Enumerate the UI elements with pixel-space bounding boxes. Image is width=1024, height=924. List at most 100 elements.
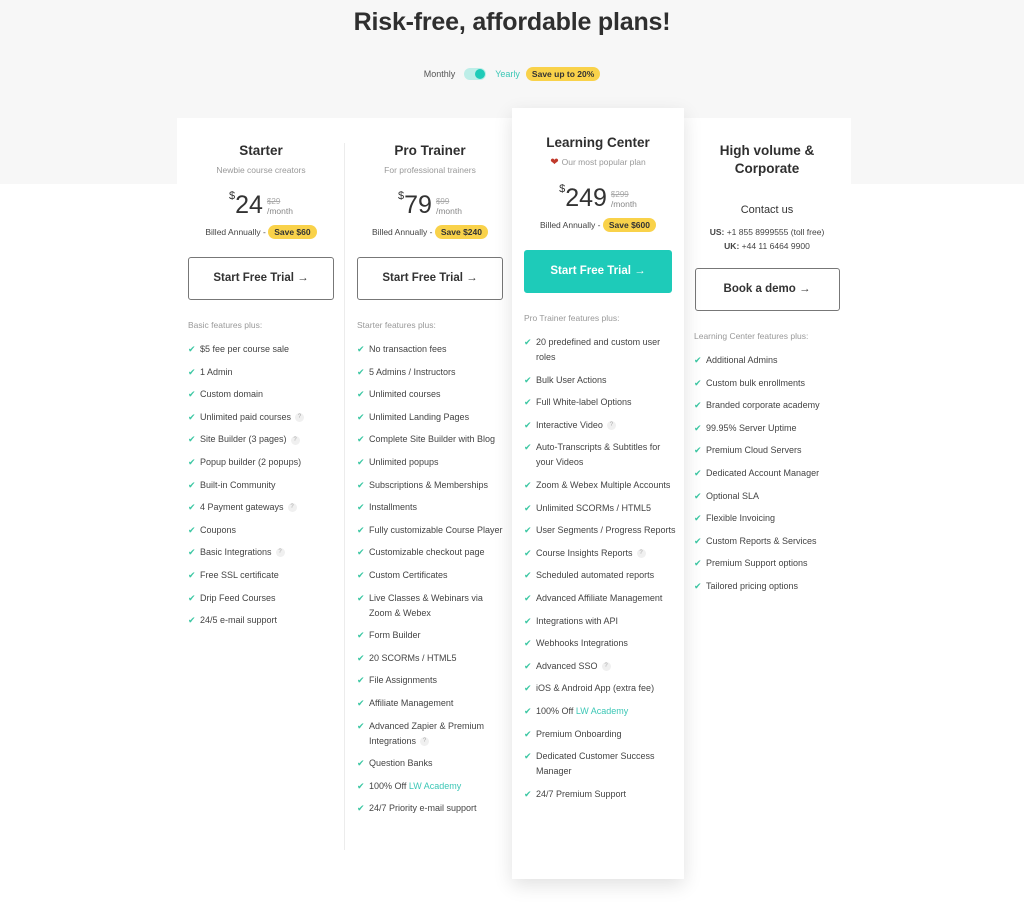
feature-text: Form Builder [369,630,421,641]
feature-item: ✔ Custom Reports & Services [694,534,842,549]
yearly-label[interactable]: Yearly [495,69,520,79]
save-amount-badge: Save $240 [434,225,488,239]
feature-text: Dedicated Account Manager [706,467,820,478]
billed-label: Billed Annually - [540,220,601,230]
feature-text: Premium Onboarding [536,728,622,739]
help-icon[interactable]: ? [420,736,430,746]
save-amount-badge: Save $60 [268,225,317,239]
feature-text: 99.95% Server Uptime [706,422,797,433]
plan-name: High volume & Corporate [719,143,815,176]
feature-text: Advanced SSO [536,660,598,671]
feature-item: ✔ No transaction fees [357,342,506,357]
save-badge: Save up to 20% [525,67,601,81]
check-icon: ✔ [188,411,196,422]
plan-name: Starter [239,143,283,158]
phone-uk[interactable]: UK: +44 11 6464 9900 [684,239,850,253]
billed-label: Billed Annually - [205,227,266,237]
feature-item: ✔ User Segments / Progress Reports [524,523,676,538]
feature-item: ✔ Custom Certificates [357,568,506,583]
monthly-label[interactable]: Monthly [424,69,456,79]
check-icon: ✔ [357,344,365,354]
contact-us-label: Contact us [740,204,794,216]
page-title: Risk-free, affordable plans! [353,8,671,36]
feature-text: User Segments / Progress Reports [536,525,676,536]
check-icon: ✔ [694,400,702,411]
billed-label: Billed Annually - [372,227,433,237]
lw-academy-link[interactable]: LW Academy [576,706,628,716]
feature-text: Subscriptions & Memberships [369,479,489,490]
feature-item: ✔ Site Builder (3 pages)? [188,432,337,447]
feature-text: Customizable checkout page [369,547,485,558]
feature-item: ✔ Branded corporate academy [694,398,842,413]
help-icon[interactable]: ? [601,661,611,671]
check-icon: ✔ [188,344,196,354]
feature-item: ✔ Built-in Community [188,478,337,493]
feature-text: 1 Admin [200,366,233,377]
price-amount: 24 [235,191,263,219]
check-icon: ✔ [188,569,196,580]
feature-text: Bulk User Actions [536,374,607,385]
feature-item: ✔ Drip Feed Courses [188,591,337,606]
feature-item: ✔ Fully customizable Course Player [357,523,506,538]
save-amount-badge: Save $600 [602,218,656,232]
check-icon: ✔ [524,788,532,799]
check-icon: ✔ [357,758,365,769]
heart-icon: ❤ [550,157,559,168]
feature-text: No transaction fees [369,344,447,354]
check-icon: ✔ [357,456,365,467]
help-icon[interactable]: ? [275,548,285,558]
check-icon: ✔ [357,547,365,558]
feature-text: Custom domain [200,389,264,400]
check-icon: ✔ [524,683,532,694]
billing-toggle: Monthly Yearly Save up to 20% [0,67,1024,81]
check-icon: ✔ [524,525,532,536]
price-period: /month [610,199,637,209]
start-free-trial-button[interactable]: Start Free Trial → [524,250,672,293]
help-icon[interactable]: ? [295,412,305,422]
feature-list: ✔ Additional Admins ✔ Custom bulk enrollmen… [694,353,850,594]
billing-switch[interactable] [464,68,487,80]
help-icon[interactable]: ? [606,420,616,430]
check-icon: ✔ [357,366,365,377]
start-free-trial-button[interactable]: Start Free Trial → [357,257,503,300]
help-icon[interactable]: ? [287,503,297,513]
feature-text: Complete Site Builder with Blog [369,434,496,445]
feature-text: Full White-label Options [536,397,632,408]
lw-academy-link[interactable]: LW Academy [409,781,461,791]
features-label: Learning Center features plus: [694,331,809,341]
feature-text: 24/7 Priority e-mail support [369,803,477,814]
feature-item: ✔ Advanced SSO? [524,659,676,674]
help-icon[interactable]: ? [636,548,646,558]
help-icon[interactable]: ? [290,435,300,445]
check-icon: ✔ [524,660,532,671]
feature-item: ✔ 1 Admin [188,365,337,380]
feature-text: 4 Payment gateways [200,502,284,513]
feature-item: ✔ 20 predefined and custom user roles [524,335,676,365]
check-icon: ✔ [524,374,532,385]
check-icon: ✔ [188,479,196,490]
feature-item: ✔ Live Classes & Webinars via Zoom & Webe… [357,591,506,621]
switch-knob [475,69,486,79]
check-icon: ✔ [524,638,532,649]
check-icon: ✔ [524,337,532,347]
plan-name: Pro Trainer [394,143,466,158]
feature-text: Site Builder (3 pages) [200,434,287,445]
feature-text: Popup builder (2 popups) [200,456,302,467]
feature-item: ✔ File Assignments [357,673,506,688]
phone-numbers: US: +1 855 8999555 (toll free) UK: +44 1… [684,225,850,253]
feature-list: ✔ $5 fee per course sale ✔ 1 Admin ✔ Custom d… [188,342,345,628]
feature-text: Fully customizable Course Player [369,524,503,535]
feature-item: ✔ Coupons [188,523,337,538]
feature-item: ✔ Unlimited courses [357,387,506,402]
check-icon: ✔ [188,434,196,445]
feature-text: Advanced Affiliate Management [536,592,663,603]
feature-item: ✔ 24/7 Priority e-mail support [357,801,506,816]
feature-item: ✔ Custom domain [188,387,337,402]
feature-item: ✔ Webhooks Integrations [524,636,676,651]
book-demo-button[interactable]: Book a demo → [694,268,840,311]
price-period: /month [435,206,462,216]
phone-us[interactable]: US: +1 855 8999555 (toll free) [684,225,850,239]
plan-corporate: High volume & Corporate Contact us US: +… [684,118,850,602]
check-icon: ✔ [524,751,532,762]
start-free-trial-button[interactable]: Start Free Trial → [188,257,334,300]
